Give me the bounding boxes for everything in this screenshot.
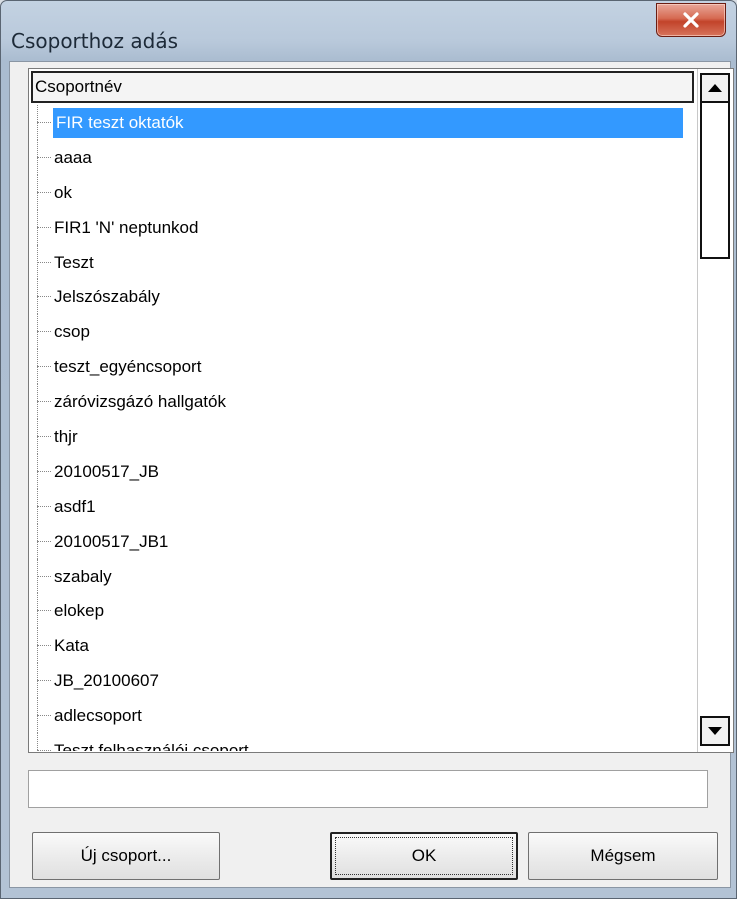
tree-branch-line — [37, 191, 51, 193]
tree-connector-line — [37, 733, 38, 751]
tree-item[interactable]: Kata — [29, 628, 697, 664]
title-bar[interactable]: Csoporthoz adás — [1, 1, 736, 61]
tree-item-label: szabaly — [54, 566, 112, 586]
tree-branch-line — [37, 296, 51, 298]
new-group-button-label: Új csoport... — [80, 846, 172, 865]
tree-branch-line — [37, 540, 51, 542]
group-tree[interactable]: FIR teszt oktatók aaaa ok FIR1 'N' neptunko… — [29, 105, 697, 751]
tree-item[interactable]: záróvizsgázó hallgatók — [29, 384, 697, 420]
tree-item-label: ok — [54, 182, 72, 202]
tree-item-label: FIR teszt oktatók — [53, 108, 683, 138]
tree-item[interactable]: csop — [29, 314, 697, 350]
close-button[interactable] — [656, 3, 726, 37]
tree-item-label: asdf1 — [54, 496, 96, 516]
cancel-button-label: Mégsem — [590, 846, 656, 865]
tree-item[interactable]: Jelszószabály — [29, 279, 697, 315]
tree-item-label: thjr — [54, 427, 78, 447]
scroll-thumb[interactable] — [700, 103, 730, 259]
tree-item-label: aaaa — [54, 147, 92, 167]
tree-branch-line — [37, 505, 51, 507]
dialog-window: Csoporthoz adás Csoportnév FIR teszt okt… — [0, 0, 737, 899]
tree-item-label: záróvizsgázó hallgatók — [54, 392, 226, 412]
column-header-group-name[interactable]: Csoportnév — [31, 71, 694, 103]
tree-branch-line — [37, 226, 51, 228]
tree-branch-line — [37, 470, 51, 472]
tree-branch-line — [37, 436, 51, 438]
tree-branch-line — [37, 750, 51, 751]
tree-item[interactable]: adlecsoport — [29, 698, 697, 734]
tree-branch-line — [37, 645, 51, 647]
tree-item[interactable]: FIR1 'N' neptunkod — [29, 209, 697, 245]
tree-branch-line — [37, 401, 51, 403]
tree-item-label: teszt_egyéncsoport — [54, 357, 202, 377]
tree-item[interactable]: ok — [29, 174, 697, 210]
new-group-button[interactable]: Új csoport... — [32, 832, 220, 880]
tree-branch-line — [37, 122, 51, 123]
tree-item[interactable]: FIR teszt oktatók — [29, 105, 697, 140]
tree-item[interactable]: Teszt felhasználói csoport — [29, 733, 697, 751]
dialog-client-area: Csoportnév FIR teszt oktatók aaaa ok FIR1 '… — [9, 61, 734, 888]
arrow-down-icon — [708, 727, 722, 735]
window-title: Csoporthoz adás — [11, 29, 179, 53]
close-icon — [683, 12, 699, 28]
vertical-scrollbar[interactable] — [697, 69, 733, 752]
tree-item-label: Teszt felhasználói csoport — [54, 741, 249, 751]
tree-item[interactable]: aaaa — [29, 139, 697, 175]
tree-branch-line — [37, 366, 51, 368]
tree-branch-line — [37, 610, 51, 612]
scroll-down-button[interactable] — [700, 716, 730, 746]
tree-item-label: 20100517_JB — [54, 461, 159, 481]
scroll-up-button[interactable] — [700, 73, 730, 103]
tree-item[interactable]: 20100517_JB — [29, 453, 697, 489]
focus-rectangle — [335, 837, 513, 875]
tree-item[interactable]: elokep — [29, 593, 697, 629]
tree-item-label: Kata — [54, 636, 89, 656]
tree-branch-line — [37, 680, 51, 682]
tree-branch-line — [37, 575, 51, 577]
tree-item[interactable]: thjr — [29, 419, 697, 454]
tree-item-label: JB_20100607 — [54, 671, 159, 691]
tree-item-label: 20100517_JB1 — [54, 531, 169, 551]
tree-item[interactable]: Teszt — [29, 244, 697, 280]
tree-item-label: FIR1 'N' neptunkod — [54, 217, 199, 237]
tree-branch-line — [37, 261, 51, 263]
tree-branch-line — [37, 715, 51, 717]
arrow-up-icon — [708, 84, 722, 92]
tree-item[interactable]: 20100517_JB1 — [29, 523, 697, 559]
tree-item[interactable]: teszt_egyéncsoport — [29, 349, 697, 385]
tree-item[interactable]: szabaly — [29, 558, 697, 594]
group-list-panel: Csoportnév FIR teszt oktatók aaaa ok FIR1 '… — [28, 68, 734, 753]
ok-button[interactable]: OK — [330, 832, 518, 880]
tree-item-label: csop — [54, 322, 90, 342]
tree-item-label: Jelszószabály — [54, 287, 160, 307]
tree-branch-line — [37, 156, 51, 158]
tree-item-label: Teszt — [54, 252, 94, 272]
tree-item-label: adlecsoport — [54, 706, 142, 726]
tree-item[interactable]: asdf1 — [29, 488, 697, 524]
cancel-button[interactable]: Mégsem — [528, 832, 718, 880]
group-name-input[interactable] — [28, 770, 708, 808]
tree-item-label: elokep — [54, 601, 105, 621]
tree-item[interactable]: JB_20100607 — [29, 663, 697, 699]
tree-branch-line — [37, 331, 51, 333]
